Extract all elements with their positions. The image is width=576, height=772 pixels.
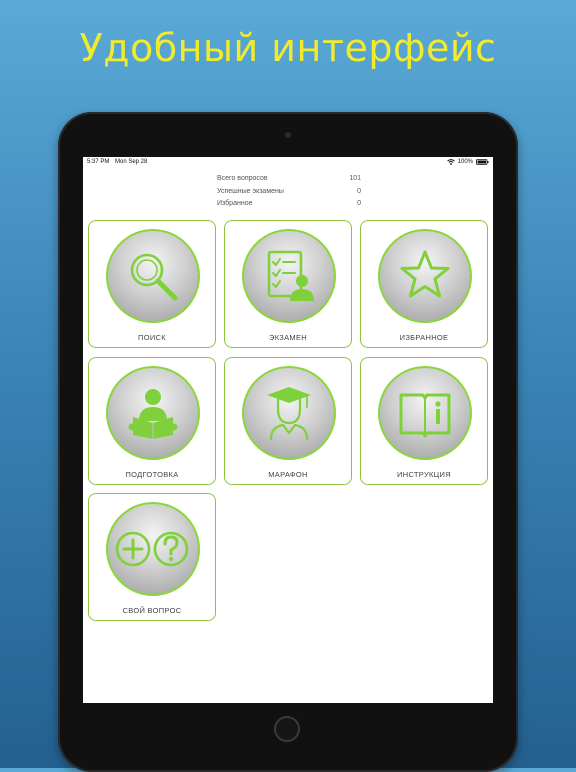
- instruction-tile[interactable]: ИНСТРУКЦИЯ: [360, 357, 488, 485]
- stat-label: Успешные экзамены: [217, 187, 284, 195]
- stat-value: 101: [349, 175, 361, 182]
- search-tile[interactable]: ПОИСК: [88, 220, 216, 348]
- app-screen: 5:37 PM Mon Sep 28 100% Всего вопросов 1…: [83, 157, 493, 703]
- favorites-label: ИЗБРАННОЕ: [399, 333, 449, 342]
- exam-checklist-icon: [267, 250, 314, 301]
- marathon-tile[interactable]: МАРАФОН: [224, 357, 352, 485]
- stat-label: Избранное: [217, 200, 253, 207]
- magnifier-icon: [130, 253, 178, 301]
- add-question-icon: [115, 531, 189, 567]
- battery-percent: 100%: [457, 159, 473, 165]
- exam-circle: [242, 229, 336, 323]
- front-camera: [285, 132, 291, 138]
- instruction-label: ИНСТРУКЦИЯ: [397, 470, 451, 479]
- stats-panel: Всего вопросов 101 Успешные экзамены 0 И…: [217, 175, 361, 213]
- status-date: Mon Sep 28: [115, 159, 148, 165]
- own-question-label: СВОЙ ВОПРОС: [122, 606, 182, 615]
- preparation-tile[interactable]: ПОДГОТОВКА: [88, 357, 216, 485]
- stat-passed-exams: Успешные экзамены 0: [217, 188, 361, 201]
- promo-title: Удобный интерфейс: [79, 26, 497, 70]
- search-label: ПОИСК: [138, 333, 166, 342]
- own-question-tile[interactable]: СВОЙ ВОПРОС: [88, 493, 216, 621]
- exam-label: ЭКЗАМЕН: [269, 333, 307, 342]
- status-right: 100%: [446, 159, 489, 165]
- info-book-icon: [399, 393, 451, 438]
- favorites-tile[interactable]: ИЗБРАННОЕ: [360, 220, 488, 348]
- status-bar: 5:37 PM Mon Sep 28 100%: [83, 157, 493, 169]
- stat-value: 0: [357, 187, 361, 195]
- wifi-icon: [446, 159, 455, 165]
- instruction-circle: [378, 366, 472, 460]
- marathon-circle: [242, 366, 336, 460]
- favorites-circle: [378, 229, 472, 323]
- battery-icon: [476, 159, 489, 165]
- stat-total-questions: Всего вопросов 101: [217, 175, 361, 188]
- graduate-icon: [267, 387, 311, 441]
- stat-value: 0: [357, 200, 361, 207]
- marathon-label: МАРАФОН: [268, 470, 308, 479]
- preparation-circle: [106, 366, 200, 460]
- stat-favorites: Избранное 0: [217, 200, 361, 213]
- reading-person-icon: [128, 389, 178, 439]
- own-question-circle: [106, 502, 200, 596]
- search-circle: [106, 229, 200, 323]
- status-time: 5:37 PM: [87, 159, 110, 165]
- stat-label: Всего вопросов: [217, 175, 268, 182]
- preparation-label: ПОДГОТОВКА: [125, 470, 179, 479]
- star-icon: [400, 250, 450, 298]
- exam-tile[interactable]: ЭКЗАМЕН: [224, 220, 352, 348]
- home-button[interactable]: [274, 716, 300, 742]
